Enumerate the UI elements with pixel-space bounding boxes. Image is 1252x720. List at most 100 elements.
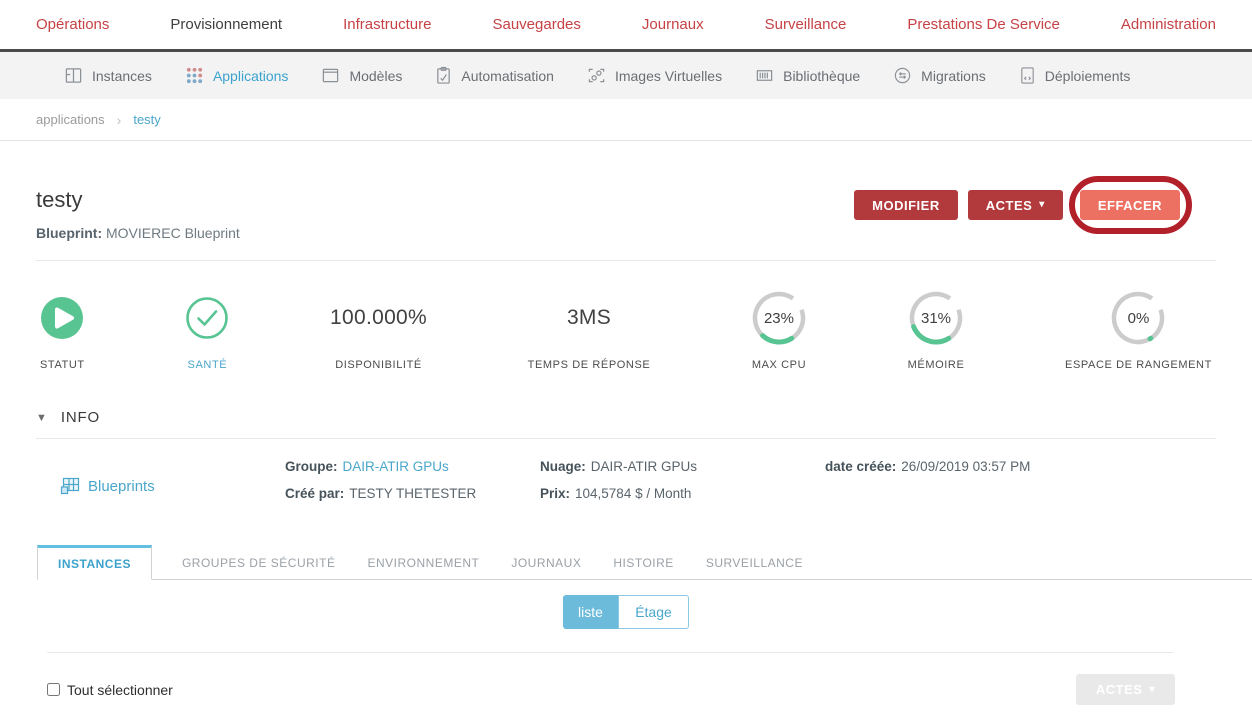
- subnav-item-automation[interactable]: Automatisation: [435, 66, 554, 85]
- breadcrumb-applications[interactable]: applications: [36, 112, 105, 127]
- group-link[interactable]: DAIR-ATIR GPUs: [343, 459, 449, 474]
- virtual-images-icon: [588, 68, 605, 83]
- topnav-backups[interactable]: Sauvegardes: [492, 16, 580, 33]
- metric-status: STATUT: [40, 288, 85, 371]
- metric-label: ESPACE DE RANGEMENT: [1065, 359, 1212, 371]
- blueprints-link-block[interactable]: Blueprints: [60, 471, 285, 501]
- caret-down-icon: ▾: [1039, 199, 1045, 210]
- topnav-logs[interactable]: Journaux: [642, 16, 704, 33]
- field-price: Prix: 104,5784 $ / Month: [540, 486, 825, 501]
- subnav-item-library[interactable]: Bibliothèque: [755, 66, 860, 85]
- caret-down-icon: ▾: [1149, 683, 1155, 695]
- max-cpu-value: 23%: [763, 309, 794, 327]
- subnav-label: Migrations: [921, 67, 986, 84]
- delete-button-wrap: EFFACER: [1068, 176, 1192, 234]
- status-running-icon: [41, 297, 84, 339]
- field-label: date créée:: [825, 459, 897, 474]
- info-body: Blueprints Groupe: DAIR-ATIR GPUs Créé pa…: [0, 459, 1252, 501]
- blueprint-label: Blueprint:: [36, 225, 103, 241]
- topnav-operations[interactable]: Opérations: [36, 16, 109, 33]
- stage-view-button[interactable]: Étage: [618, 595, 689, 629]
- tab-history[interactable]: HISTOIRE: [597, 547, 689, 579]
- field-value: 104,5784 $ / Month: [575, 486, 692, 501]
- field-label: Groupe:: [285, 459, 338, 474]
- title-block: testy Blueprint: MOVIEREC Blueprint: [36, 187, 240, 241]
- library-icon: [756, 70, 773, 81]
- delete-button[interactable]: EFFACER: [1079, 190, 1180, 220]
- section-divider: [36, 260, 1216, 261]
- blueprint-line: Blueprint: MOVIEREC Blueprint: [36, 225, 240, 241]
- instances-icon: [65, 68, 82, 83]
- topnav-services[interactable]: Prestations De Service: [907, 16, 1060, 33]
- actions-dropdown-button[interactable]: ACTES ▾: [967, 190, 1063, 220]
- automation-icon: [437, 66, 451, 84]
- subnav-item-virtual-images[interactable]: Images Virtuelles: [587, 66, 722, 85]
- collapse-triangle-icon[interactable]: ▼: [36, 412, 47, 424]
- header-actions: MODIFIER ACTES ▾ EFFACER: [854, 176, 1192, 234]
- subnav-label: Bibliothèque: [783, 67, 861, 84]
- subnav-label: Déploiements: [1044, 67, 1131, 84]
- subnav-label: Instances: [92, 67, 152, 84]
- page-title: testy: [36, 187, 83, 212]
- tab-logs[interactable]: JOURNAUX: [495, 547, 597, 579]
- table-top-divider: [47, 652, 1173, 653]
- breadcrumb: applications › testy: [0, 99, 1252, 141]
- sub-nav: Instances Applications Modèles Automatis…: [0, 52, 1252, 99]
- blueprints-link: Blueprints: [88, 477, 155, 495]
- info-column-cloud: Nuage: DAIR-ATIR GPUs Prix: 104,5784 $ / M…: [540, 459, 825, 501]
- tab-environment[interactable]: ENVIRONNEMENT: [351, 547, 495, 579]
- max-cpu-gauge: 23%: [751, 288, 807, 348]
- field-cloud: Nuage: DAIR-ATIR GPUs: [540, 459, 825, 474]
- topnav-monitoring[interactable]: Surveillance: [765, 16, 847, 33]
- info-column-group: Groupe: DAIR-ATIR GPUs Créé par: TESTY THE…: [285, 459, 540, 501]
- metric-label-health-link[interactable]: SANTÉ: [185, 359, 229, 371]
- health-check-icon: [186, 297, 229, 339]
- subnav-item-instances[interactable]: Instances: [64, 66, 152, 85]
- storage-gauge: 0%: [1110, 288, 1166, 348]
- field-value: DAIR-ATIR GPUs: [590, 459, 698, 474]
- field-value: TESTY THETESTER: [349, 486, 477, 501]
- subnav-label: Modèles: [349, 67, 403, 84]
- list-view-button[interactable]: liste: [563, 595, 618, 629]
- metric-availability: 100.000% DISPONIBILITÉ: [330, 288, 427, 371]
- field-created-by: Créé par: TESTY THETESTER: [285, 486, 540, 501]
- topnav-administration[interactable]: Administration: [1121, 16, 1216, 33]
- bulk-actions-button[interactable]: ACTES ▾: [1075, 674, 1175, 705]
- topnav-provisioning[interactable]: Provisionnement: [170, 16, 282, 33]
- metric-health: SANTÉ: [185, 288, 229, 371]
- metrics-row: STATUT SANTÉ 100.000% DISPONIBILITÉ 3MS …: [0, 288, 1252, 371]
- subnav-item-deployments[interactable]: Déploiements: [1019, 66, 1131, 85]
- tab-monitoring[interactable]: SURVEILLANCE: [690, 547, 819, 579]
- field-label: Nuage:: [540, 459, 586, 474]
- info-column-date: date créée: 26/09/2019 03:57 PM: [825, 459, 1030, 501]
- page-header: testy Blueprint: MOVIEREC Blueprint MODI…: [0, 141, 1252, 241]
- tab-instances[interactable]: INSTANCES: [37, 545, 152, 580]
- availability-value: 100.000%: [330, 306, 428, 329]
- select-all-checkbox[interactable]: [47, 683, 60, 696]
- metric-label: MAX CPU: [751, 359, 807, 371]
- detail-tabs: INSTANCES GROUPES DE SÉCURITÉ ENVIRONNEM…: [37, 545, 1252, 580]
- modify-button[interactable]: MODIFIER: [854, 190, 958, 220]
- migrations-icon: [894, 67, 911, 84]
- memory-gauge: 31%: [908, 288, 964, 348]
- blueprint-value: MOVIEREC Blueprint: [106, 225, 240, 241]
- subnav-label: Automatisation: [461, 67, 554, 84]
- select-all-control: Tout sélectionner: [47, 682, 173, 698]
- metric-label: DISPONIBILITÉ: [335, 359, 422, 371]
- metric-memory: 31% MÉMOIRE: [908, 288, 965, 371]
- topnav-infrastructure[interactable]: Infrastructure: [343, 16, 431, 33]
- metric-max-cpu: 23% MAX CPU: [751, 288, 807, 371]
- subnav-item-migrations[interactable]: Migrations: [893, 66, 986, 85]
- breadcrumb-current[interactable]: testy: [133, 112, 160, 127]
- metric-storage: 0% ESPACE DE RANGEMENT: [1065, 288, 1212, 371]
- tab-security-groups[interactable]: GROUPES DE SÉCURITÉ: [166, 547, 352, 579]
- applications-icon: [186, 67, 203, 84]
- chevron-right-icon: ›: [116, 111, 122, 128]
- subnav-item-applications[interactable]: Applications: [185, 66, 288, 85]
- top-nav: Opérations Provisionnement Infrastructur…: [0, 0, 1252, 52]
- field-label: Prix:: [540, 486, 571, 501]
- subnav-item-models[interactable]: Modèles: [321, 66, 402, 85]
- blueprints-icon: [60, 477, 80, 495]
- bulk-actions-label: ACTES: [1095, 682, 1143, 697]
- metric-label: TEMPS DE RÉPONSE: [527, 359, 651, 371]
